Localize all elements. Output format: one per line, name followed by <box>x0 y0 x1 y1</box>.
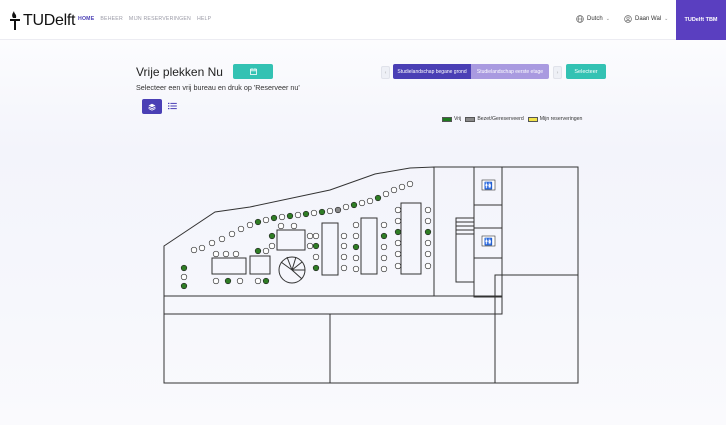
seat-marker[interactable] <box>358 199 366 207</box>
seat-marker[interactable] <box>312 232 320 240</box>
seat-free[interactable] <box>254 218 262 226</box>
seat-free[interactable] <box>374 194 382 202</box>
seat-free[interactable] <box>270 214 278 222</box>
seat-free[interactable] <box>394 228 402 236</box>
seat-marker[interactable] <box>390 186 398 194</box>
seat-free[interactable] <box>312 264 320 272</box>
seat-free[interactable] <box>318 208 326 216</box>
core-block <box>433 166 475 297</box>
seat-marker[interactable] <box>262 216 270 224</box>
seat-marker[interactable] <box>424 262 432 270</box>
seat-marker[interactable] <box>232 250 240 258</box>
seat-marker[interactable] <box>394 217 402 225</box>
seat-marker[interactable] <box>380 265 388 273</box>
desk-table <box>249 255 271 275</box>
seat-marker[interactable] <box>212 277 220 285</box>
seat-marker[interactable] <box>342 203 350 211</box>
seat-marker[interactable] <box>294 211 302 219</box>
seat-marker[interactable] <box>254 277 262 285</box>
right-room <box>501 166 579 276</box>
seat-marker[interactable] <box>352 254 360 262</box>
seat-marker[interactable] <box>212 250 220 258</box>
seat-free[interactable] <box>380 232 388 240</box>
seat-marker[interactable] <box>406 180 414 188</box>
seat-marker[interactable] <box>306 242 314 250</box>
seat-free[interactable] <box>302 210 310 218</box>
seat-marker[interactable] <box>277 222 285 230</box>
lower-room-middle <box>329 313 496 384</box>
seat-free[interactable] <box>180 264 188 272</box>
seat-free[interactable] <box>312 242 320 250</box>
seat-marker[interactable] <box>340 253 348 261</box>
corridor <box>163 295 503 315</box>
seat-marker[interactable] <box>228 230 236 238</box>
seat-marker[interactable] <box>237 225 245 233</box>
seat-marker[interactable] <box>394 262 402 270</box>
seat-marker[interactable] <box>394 206 402 214</box>
seat-marker[interactable] <box>382 190 390 198</box>
seat-marker[interactable] <box>268 242 276 250</box>
seat-occupied[interactable] <box>334 206 342 214</box>
seat-free[interactable] <box>224 277 232 285</box>
seat-marker[interactable] <box>352 221 360 229</box>
seat-marker[interactable] <box>398 183 406 191</box>
seat-marker[interactable] <box>208 239 216 247</box>
seat-marker[interactable] <box>380 254 388 262</box>
desk-table <box>321 222 339 276</box>
seat-marker[interactable] <box>278 213 286 221</box>
desk-table <box>276 229 306 251</box>
seat-marker[interactable] <box>222 250 230 258</box>
seat-free[interactable] <box>286 212 294 220</box>
seat-marker[interactable] <box>394 239 402 247</box>
seat-free[interactable] <box>254 247 262 255</box>
desk-table <box>211 257 247 275</box>
desk-table <box>400 202 422 275</box>
seat-free[interactable] <box>350 201 358 209</box>
seat-marker[interactable] <box>424 206 432 214</box>
seat-marker[interactable] <box>424 217 432 225</box>
restroom-icon: 🚻 <box>481 179 496 191</box>
seat-marker[interactable] <box>424 250 432 258</box>
seat-marker[interactable] <box>340 242 348 250</box>
seat-marker[interactable] <box>198 244 206 252</box>
seat-free[interactable] <box>352 243 360 251</box>
seat-free[interactable] <box>424 228 432 236</box>
seat-free[interactable] <box>268 232 276 240</box>
seat-marker[interactable] <box>306 232 314 240</box>
seat-free[interactable] <box>180 282 188 290</box>
seat-marker[interactable] <box>340 264 348 272</box>
restroom-icon: 🚻 <box>481 235 496 247</box>
desk-table <box>360 217 378 275</box>
svg-text:🚻: 🚻 <box>484 237 493 246</box>
seat-free[interactable] <box>262 277 270 285</box>
seat-marker[interactable] <box>340 232 348 240</box>
stairs <box>455 217 475 283</box>
seat-marker[interactable] <box>380 243 388 251</box>
seat-marker[interactable] <box>246 221 254 229</box>
seat-marker[interactable] <box>326 207 334 215</box>
seat-marker[interactable] <box>352 265 360 273</box>
seat-marker[interactable] <box>218 235 226 243</box>
lower-room-left <box>163 313 331 384</box>
seat-marker[interactable] <box>424 239 432 247</box>
seat-marker[interactable] <box>290 222 298 230</box>
floor-plan-map[interactable]: 🚻 🚻 <box>0 0 726 425</box>
seat-marker[interactable] <box>236 277 244 285</box>
seat-marker[interactable] <box>352 232 360 240</box>
seat-marker[interactable] <box>190 246 198 254</box>
seat-marker[interactable] <box>394 250 402 258</box>
seat-marker[interactable] <box>366 197 374 205</box>
lower-room-right <box>494 274 579 384</box>
seat-marker[interactable] <box>262 247 270 255</box>
seat-marker[interactable] <box>312 253 320 261</box>
seat-marker[interactable] <box>380 221 388 229</box>
seat-markers[interactable] <box>180 180 432 290</box>
seat-marker[interactable] <box>180 273 188 281</box>
seat-marker[interactable] <box>310 209 318 217</box>
svg-text:🚻: 🚻 <box>484 181 493 190</box>
